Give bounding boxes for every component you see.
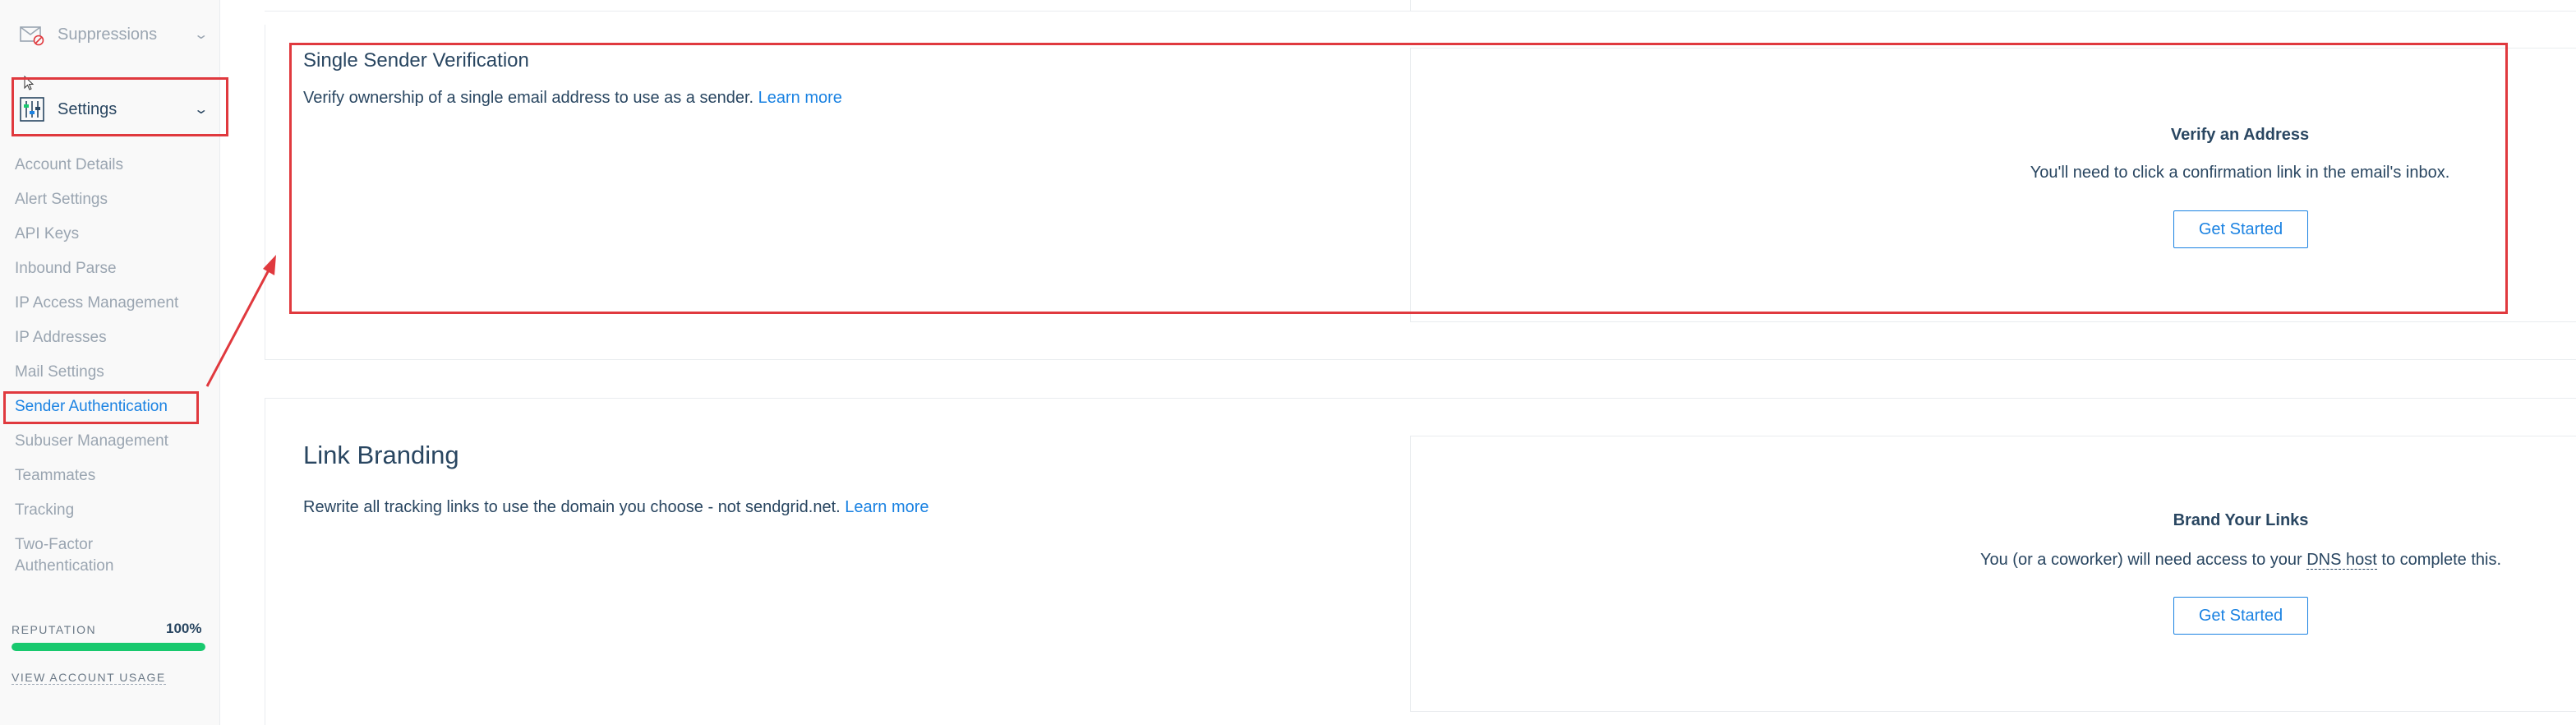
sidebar-item-inbound-parse[interactable]: Inbound Parse xyxy=(15,258,204,279)
reputation-value: 100% xyxy=(166,621,202,636)
brand-links-desc-after: to complete this. xyxy=(2381,551,2502,569)
sidebar-item-alert-settings[interactable]: Alert Settings xyxy=(15,189,204,210)
single-sender-description: Verify ownership of a single email addre… xyxy=(303,89,842,108)
reputation-label: REPUTATION xyxy=(12,623,97,636)
sidebar-item-subuser-management[interactable]: Subuser Management xyxy=(15,431,204,452)
reputation-bar xyxy=(12,643,205,651)
sidebar: Suppressions ⌄ Settings ⌄ Account Detail… xyxy=(0,0,220,725)
envelope-block-icon xyxy=(20,26,44,46)
sidebar-item-label: Settings xyxy=(58,99,118,118)
link-branding-get-started-button[interactable]: Get Started xyxy=(2173,597,2308,635)
chevron-down-icon: ⌄ xyxy=(193,103,210,117)
sidebar-item-two-factor-authentication[interactable]: Two-Factor Authentication xyxy=(15,534,146,577)
verify-address-title: Verify an Address xyxy=(2170,126,2310,144)
single-sender-learn-more-link[interactable]: Learn more xyxy=(758,89,842,107)
mouse-cursor-icon xyxy=(24,76,35,90)
sidebar-item-suppressions[interactable]: Suppressions ⌄ xyxy=(20,23,209,46)
sidebar-item-teammates[interactable]: Teammates xyxy=(15,465,204,487)
verify-address-description: You'll need to click a confirmation link… xyxy=(2030,164,2450,182)
link-branding-description: Rewrite all tracking links to use the do… xyxy=(303,498,929,517)
annotation-arrow-icon xyxy=(205,255,276,387)
dns-host-term: DNS host xyxy=(2306,551,2377,570)
settings-sliders-icon xyxy=(20,97,44,122)
single-sender-title: Single Sender Verification xyxy=(303,49,529,72)
sidebar-item-account-details[interactable]: Account Details xyxy=(15,155,204,176)
brand-links-desc-before: You (or a coworker) will need access to … xyxy=(1979,551,2302,569)
sidebar-item-tracking[interactable]: Tracking xyxy=(15,500,204,521)
link-branding-panel xyxy=(1410,436,2576,712)
single-sender-panel xyxy=(1410,48,2576,322)
sidebar-item-label: Suppressions xyxy=(58,25,158,44)
brand-links-description: You (or a coworker) will need access to … xyxy=(1980,551,2501,570)
brand-links-title: Brand Your Links xyxy=(2173,511,2309,529)
link-branding-learn-more-link[interactable]: Learn more xyxy=(845,498,929,516)
sidebar-item-settings[interactable]: Settings ⌄ xyxy=(20,97,209,122)
sidebar-item-mail-settings[interactable]: Mail Settings xyxy=(15,362,204,383)
link-branding-desc-text: Rewrite all tracking links to use the do… xyxy=(303,498,841,516)
reputation-bar-fill xyxy=(12,643,205,651)
chevron-down-icon: ⌄ xyxy=(193,28,210,42)
previous-card-inner xyxy=(1410,0,2576,12)
single-sender-get-started-button[interactable]: Get Started xyxy=(2173,210,2308,248)
sidebar-item-sender-authentication[interactable]: Sender Authentication xyxy=(15,396,204,418)
sidebar-item-ip-access-management[interactable]: IP Access Management xyxy=(15,293,204,314)
sidebar-item-ip-addresses[interactable]: IP Addresses xyxy=(15,327,204,349)
single-sender-desc-text: Verify ownership of a single email addre… xyxy=(303,89,754,107)
view-account-usage-link[interactable]: VIEW ACCOUNT USAGE xyxy=(12,671,166,685)
sidebar-item-api-keys[interactable]: API Keys xyxy=(15,224,204,245)
link-branding-title: Link Branding xyxy=(303,441,459,469)
